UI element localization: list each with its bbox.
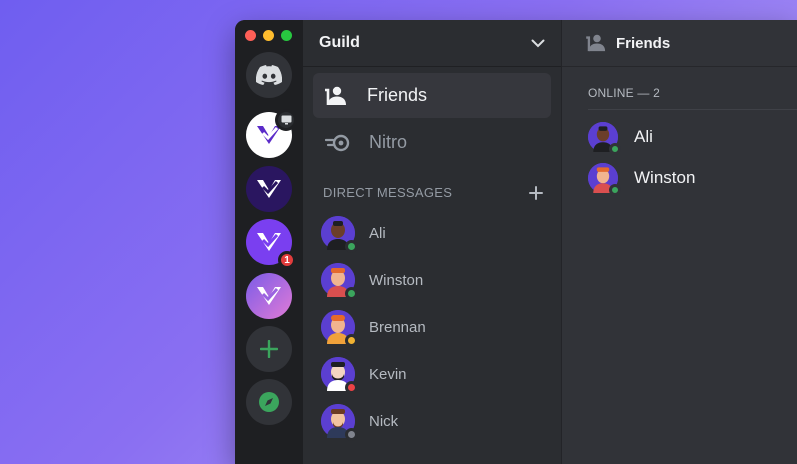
- plus-icon[interactable]: [529, 185, 543, 200]
- status-online-indicator: [345, 240, 358, 253]
- avatar: [588, 163, 621, 196]
- dm-item-ali[interactable]: Ali: [321, 214, 386, 253]
- dm-header: DIRECT MESSAGES: [323, 185, 543, 200]
- nitro-label: Nitro: [369, 132, 408, 152]
- heart-check-icon: [257, 287, 281, 305]
- notification-badge: 1: [278, 251, 296, 269]
- dm-name: Kevin: [369, 365, 407, 383]
- close-window-button[interactable]: [245, 30, 256, 41]
- friends-panel: Friends ONLINE — 2 Ali Winston: [561, 20, 797, 464]
- avatar: [321, 404, 358, 441]
- dm-item-nick[interactable]: Nick: [321, 402, 399, 441]
- chevron-down-icon[interactable]: [531, 39, 545, 48]
- add-server-button[interactable]: [246, 326, 292, 372]
- avatar: [321, 216, 358, 253]
- server-home[interactable]: [246, 52, 292, 98]
- dm-header-title: DIRECT MESSAGES: [323, 185, 453, 200]
- status-offline-indicator: [345, 428, 358, 441]
- dm-item-winston[interactable]: Winston: [321, 261, 424, 300]
- plus-icon: [260, 340, 278, 358]
- nitro-icon: [325, 134, 350, 151]
- server-4[interactable]: [246, 273, 292, 319]
- friends-label: Friends: [367, 85, 428, 105]
- status-dnd-indicator: [345, 381, 358, 394]
- compass-icon: [259, 392, 279, 412]
- friend-row-winston[interactable]: Winston: [588, 163, 696, 196]
- guild-title: Guild: [319, 34, 360, 51]
- friend-row-ali[interactable]: Ali: [588, 122, 653, 155]
- guild-header[interactable]: Guild: [303, 20, 561, 67]
- dm-item-brennan[interactable]: Brennan: [321, 308, 426, 347]
- dm-name: Winston: [369, 271, 424, 289]
- avatar: [321, 310, 358, 347]
- explore-button[interactable]: [246, 379, 292, 425]
- divider: [588, 109, 797, 110]
- discord-logo-icon: [256, 65, 282, 85]
- avatar: [321, 263, 358, 300]
- heart-check-icon: [257, 233, 281, 251]
- friends-nav-item[interactable]: Friends: [313, 73, 551, 118]
- server-1[interactable]: [246, 109, 297, 158]
- dm-name: Nick: [369, 412, 399, 430]
- friends-header: Friends: [562, 20, 797, 67]
- status-idle-indicator: [345, 334, 358, 347]
- friend-name: Ali: [634, 127, 653, 146]
- status-online-indicator: [609, 143, 621, 155]
- maximize-window-button[interactable]: [281, 30, 292, 41]
- friends-icon: [586, 34, 606, 52]
- server-3[interactable]: 1: [246, 219, 296, 269]
- friend-name: Winston: [634, 168, 696, 187]
- status-online-indicator: [609, 184, 621, 196]
- status-online-indicator: [345, 287, 358, 300]
- friends-icon: [325, 86, 346, 105]
- avatar: [588, 122, 621, 155]
- dm-name: Ali: [369, 224, 386, 242]
- screen-share-badge: [275, 109, 297, 131]
- dm-name: Brennan: [369, 318, 426, 336]
- minimize-window-button[interactable]: [263, 30, 274, 41]
- app-window: 1 Guild Friends Nitro DIRECT MESSAGES Al…: [235, 20, 797, 464]
- dm-item-kevin[interactable]: Kevin: [321, 355, 407, 394]
- channel-sidebar: Guild Friends Nitro DIRECT MESSAGES Ali …: [303, 20, 561, 464]
- online-count-label: ONLINE — 2: [588, 86, 661, 100]
- screen-share-icon: [281, 115, 291, 125]
- avatar: [321, 357, 358, 394]
- server-2[interactable]: [246, 166, 292, 212]
- server-rail: 1: [235, 20, 303, 464]
- window-controls: [245, 30, 292, 41]
- nitro-nav-item[interactable]: Nitro: [313, 120, 551, 165]
- page-title: Friends: [616, 34, 671, 52]
- heart-check-icon: [257, 180, 281, 198]
